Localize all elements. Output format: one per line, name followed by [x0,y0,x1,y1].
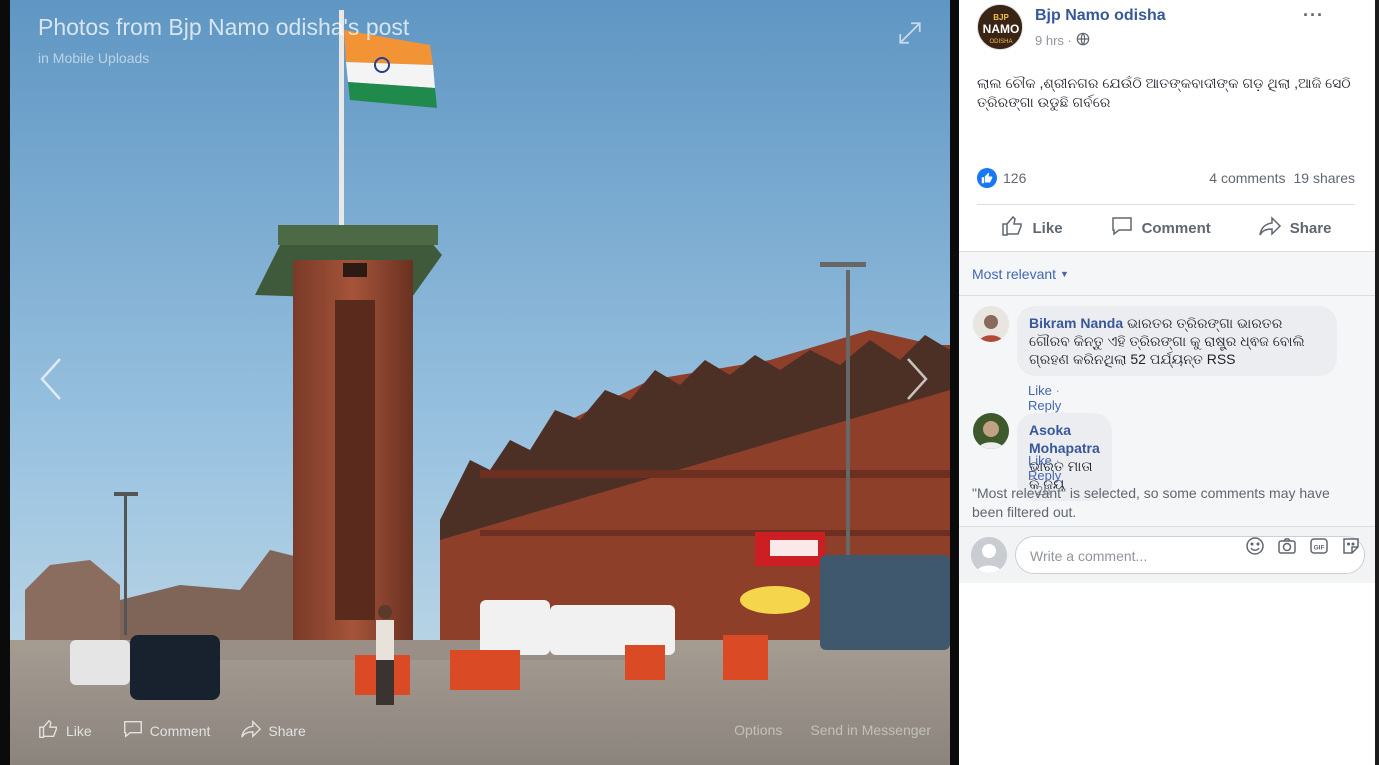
comment-button-label: Comment [1141,219,1211,237]
comment-icon [1110,214,1134,242]
engagement-counts: 4 comments 19 shares [1209,170,1355,186]
globe-icon[interactable] [1076,32,1090,49]
more-icon[interactable]: ··· [1303,5,1324,26]
comment-placeholder: Write a comment... [1030,548,1148,564]
post-meta: 9 hrs · [1035,32,1090,49]
thumbs-up-icon [38,718,60,743]
post-action-bar: Like Comment Share [977,212,1355,244]
avatar-text-odisha: ODISHA [989,39,1012,45]
reactions-row: 126 4 comments 19 shares [977,165,1355,191]
comment-author[interactable]: Bikram Nanda [1029,315,1123,331]
chevron-right-icon[interactable] [902,355,932,403]
post-time[interactable]: 9 hrs · [1035,33,1072,48]
avatar-text-namo: NAMO [983,22,1020,36]
photo-scene [10,0,950,765]
commenter-avatar[interactable] [973,306,1009,342]
current-user-avatar [971,537,1007,573]
like-button[interactable]: Like [1001,214,1063,242]
comment-reply-link[interactable]: Reply [1028,398,1061,413]
viewer-right-links: Options Send in Messenger [734,722,931,738]
chevron-left-icon[interactable] [36,355,66,403]
gif-icon[interactable]: GIF [1309,536,1329,561]
comment-like-link[interactable]: Like [1028,453,1052,468]
send-in-messenger-link[interactable]: Send in Messenger [810,722,931,738]
album-link[interactable]: in Mobile Uploads [38,50,149,66]
photo-viewer: Photos from Bjp Namo odisha's post in Mo… [0,0,959,765]
viewer-share-button[interactable]: Share [240,718,306,743]
divider [959,295,1375,296]
comment-icon [122,718,144,743]
shares-count-link[interactable]: 19 shares [1294,170,1355,186]
facebook-photo-theater: Photos from Bjp Namo odisha's post in Mo… [0,0,1379,765]
page-avatar[interactable]: BJP NAMO ODISHA [977,4,1023,50]
separator: · [1055,383,1060,398]
like-reaction-icon [977,168,997,188]
scrollbar-gutter [1375,0,1379,765]
reaction-summary[interactable]: 126 [977,168,1026,188]
viewer-like-button[interactable]: Like [38,718,92,743]
sort-label: Most relevant [972,266,1057,282]
avatar-text-bjp: BJP [993,13,1009,22]
panel-empty-area [959,583,1375,765]
share-icon [1258,214,1282,242]
camera-icon[interactable] [1277,536,1297,561]
comment-composer: Write a comment... GIF [959,527,1375,583]
caret-down-icon: ▼ [1060,269,1069,279]
post-text: ଲାଲ ଚୌକ ,ଶ୍ରୀନଗର ଯେଉଁଠି ଆତଙ୍କବାଦୀଙ୍କ ଗଡ଼… [977,75,1351,110]
separator: · [1055,453,1060,468]
svg-text:GIF: GIF [1314,545,1325,552]
page-name-link[interactable]: Bjp Namo odisha [1035,7,1166,25]
composer-tools: GIF [1245,536,1361,561]
like-count: 126 [1003,170,1027,186]
viewer-comment-label: Comment [149,722,211,739]
share-icon [240,718,262,743]
viewer-share-label: Share [268,722,306,739]
comment-like-link[interactable]: Like [1028,383,1052,398]
comment-bubble: Bikram Nanda ଭାରତର ତ୍ରିରଙ୍ଗା ଭାରତର ଗୌରବ … [1017,306,1337,376]
comment-button[interactable]: Comment [1110,214,1211,242]
divider [977,204,1355,205]
viewer-comment-button[interactable]: Comment [122,718,211,743]
commenter-avatar[interactable] [973,413,1009,449]
thumbs-up-icon [1001,214,1025,242]
comment-reply-link[interactable]: Reply [1028,468,1061,483]
viewer-title[interactable]: Photos from Bjp Namo odisha's post [38,14,409,41]
options-link[interactable]: Options [734,722,782,738]
share-button-label: Share [1289,219,1332,237]
comment-sort-dropdown[interactable]: Most relevant ▼ [972,266,1069,282]
like-button-label: Like [1032,219,1063,237]
comment-section: Most relevant ▼ Bikram Nanda ଭାରତର ତ୍ରିର… [959,252,1375,765]
expand-icon[interactable] [897,20,923,46]
post-panel: BJP NAMO ODISHA Bjp Namo odisha 9 hrs · … [959,0,1375,765]
share-button[interactable]: Share [1258,214,1332,242]
comments-count-link[interactable]: 4 comments [1209,170,1285,186]
comment-author[interactable]: Asoka Mohapatra [1029,422,1100,456]
viewer-like-label: Like [66,722,92,739]
sticker-icon[interactable] [1341,536,1361,561]
emoji-icon[interactable] [1245,536,1265,561]
filter-note: "Most relevant" is selected, so some com… [972,485,1330,520]
viewer-action-bar: Like Comment Share [38,718,306,743]
post-photo[interactable] [10,0,950,765]
